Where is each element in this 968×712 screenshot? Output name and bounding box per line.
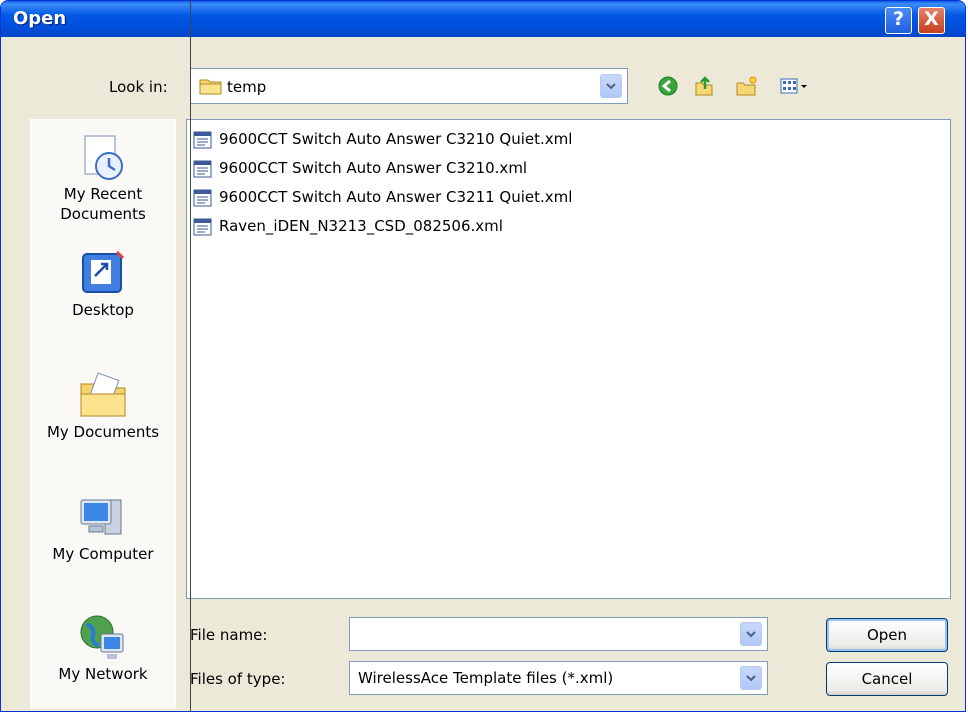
look-in-label: Look in:	[109, 78, 168, 96]
place-desktop[interactable]: Desktop	[31, 248, 175, 320]
desktop-icon	[82, 250, 125, 293]
look-in-dropdown-button[interactable]	[600, 74, 622, 98]
up-folder-icon[interactable]	[693, 75, 715, 97]
file-name: Raven_iDEN_N3213_CSD_082506.xml	[219, 217, 503, 235]
file-type-label: Files of type:	[190, 670, 286, 688]
file-name: 9600CCT Switch Auto Answer C3210 Quiet.x…	[219, 130, 573, 148]
xml-file-icon	[193, 189, 212, 207]
place-my-recent-documents[interactable]: My Recent Documents	[31, 132, 175, 224]
place-my-network[interactable]: My Network	[31, 612, 175, 684]
file-list[interactable]: 9600CCT Switch Auto Answer C3210 Quiet.x…	[186, 119, 951, 599]
file-name-dropdown-button[interactable]	[740, 622, 762, 646]
places-bar: My Recent Documents Desktop My Documents	[30, 119, 176, 709]
look-in-value: temp	[227, 78, 267, 96]
dialog-title: Open	[13, 8, 67, 29]
place-label: My Computer	[52, 545, 154, 563]
open-dialog: Open ? X Look in: temp My Recent Documen…	[0, 0, 966, 712]
place-label: Desktop	[72, 301, 134, 319]
my-computer-icon	[80, 499, 122, 535]
my-network-icon	[80, 615, 124, 659]
back-icon[interactable]	[657, 75, 679, 97]
close-button[interactable]: X	[918, 7, 945, 34]
chevron-down-icon	[606, 83, 616, 90]
xml-file-icon	[193, 131, 212, 149]
place-label: My Recent	[63, 185, 143, 203]
xml-file-icon	[193, 160, 212, 178]
file-name-label: File name:	[190, 626, 268, 644]
place-my-computer[interactable]: My Computer	[31, 492, 175, 564]
folder-icon	[199, 79, 222, 95]
xml-file-icon	[193, 218, 212, 236]
file-type-dropdown-button[interactable]	[740, 666, 762, 690]
place-label: My Documents	[46, 423, 160, 441]
recent-documents-icon	[84, 135, 123, 180]
chevron-down-icon	[746, 631, 756, 638]
vertical-guide-line	[190, 0, 191, 712]
place-my-documents[interactable]: My Documents	[31, 370, 175, 442]
place-label-line2: Documents	[60, 205, 146, 223]
place-label: My Network	[58, 665, 148, 683]
chevron-down-icon	[746, 675, 756, 682]
my-documents-icon	[80, 372, 126, 417]
file-name: 9600CCT Switch Auto Answer C3210.xml	[219, 159, 528, 177]
open-button[interactable]: Open	[826, 618, 948, 652]
title-bar[interactable]: Open ? X	[1, 1, 965, 37]
file-type-value: WirelessAce Template files (*.xml)	[358, 669, 614, 687]
cancel-button[interactable]: Cancel	[826, 662, 948, 696]
look-in-dropdown[interactable]: temp	[190, 68, 628, 104]
file-name-field[interactable]	[349, 617, 768, 651]
views-menu-icon[interactable]	[779, 75, 811, 97]
help-button[interactable]: ?	[885, 7, 912, 34]
file-type-select[interactable]: WirelessAce Template files (*.xml)	[349, 661, 768, 695]
file-name: 9600CCT Switch Auto Answer C3211 Quiet.x…	[219, 188, 573, 206]
new-folder-icon[interactable]	[736, 75, 758, 97]
